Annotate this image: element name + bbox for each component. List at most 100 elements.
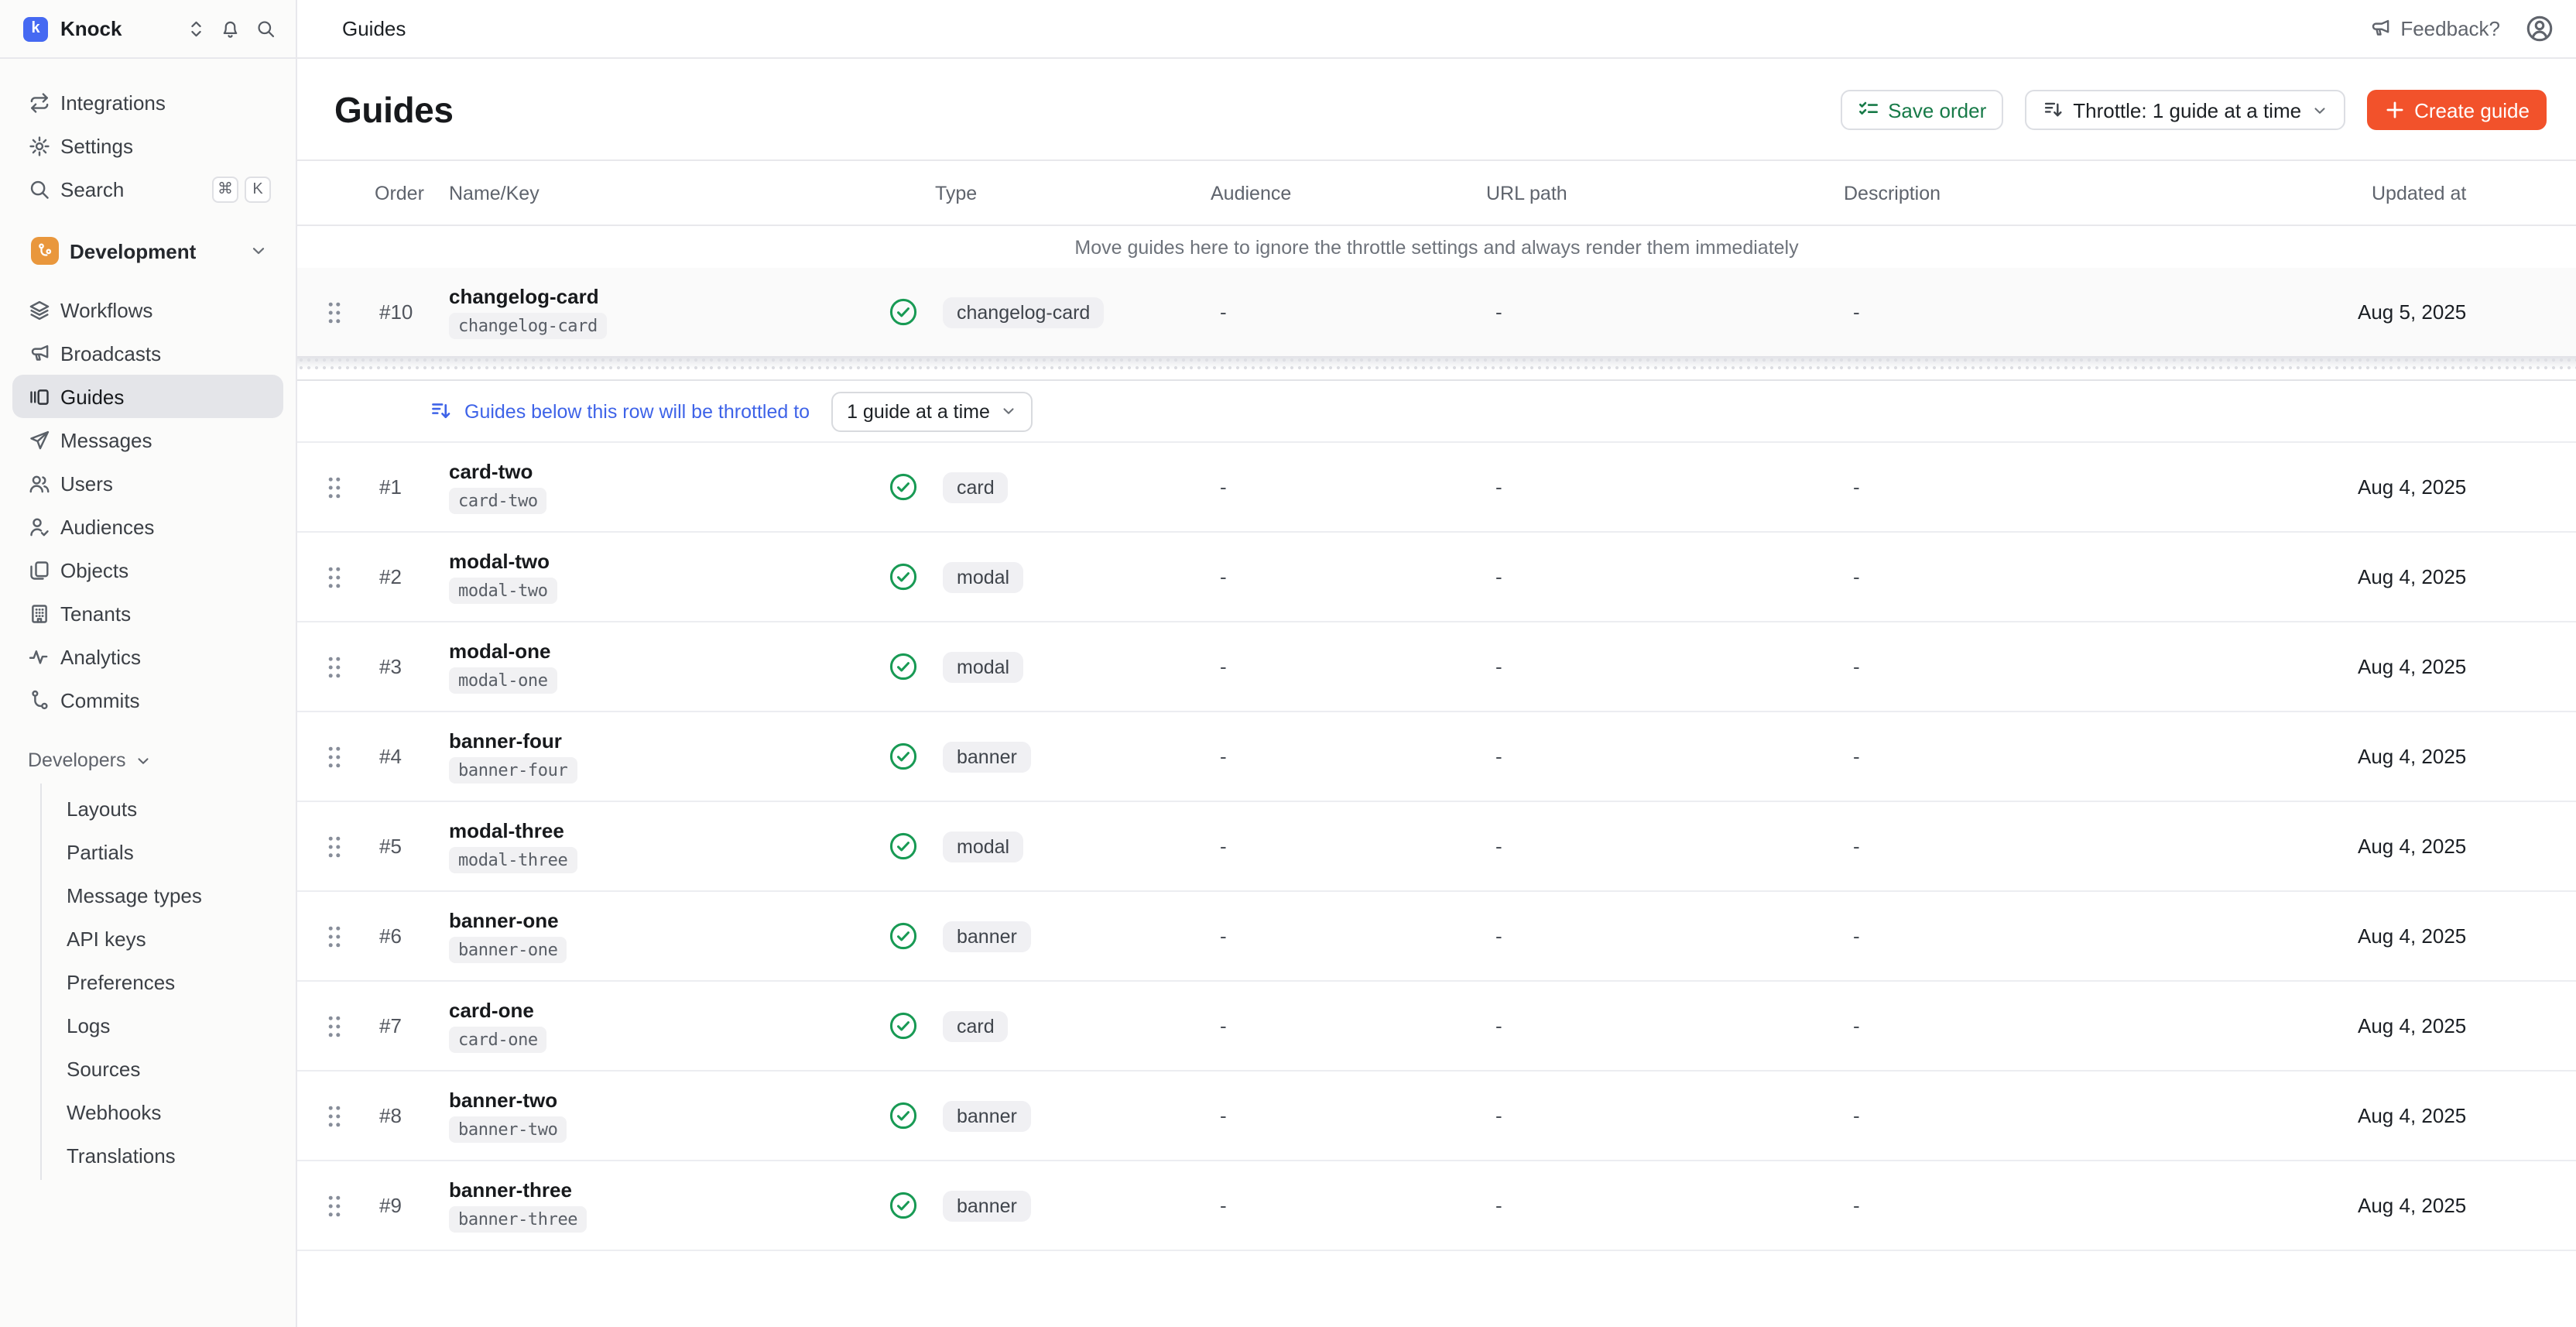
search-icon[interactable]	[255, 19, 276, 39]
guide-name-link[interactable]: banner-two	[449, 1089, 557, 1112]
sidebar-item-integrations[interactable]: Integrations	[12, 81, 283, 124]
sidebar-item-guides[interactable]: Guides	[12, 375, 283, 418]
column-header-name-key: Name/Key	[449, 182, 879, 204]
sidebar-item-settings[interactable]: Settings	[12, 124, 283, 167]
row-order: #2	[372, 565, 449, 588]
person-check-icon	[28, 515, 51, 538]
table-row[interactable]: #2 modal-two modal-two modal - - - Aug 4…	[297, 533, 2576, 622]
drag-handle-icon[interactable]	[297, 1193, 372, 1218]
chevron-down-icon	[135, 752, 152, 769]
sidebar-item-broadcasts[interactable]: Broadcasts	[12, 331, 283, 375]
throttle-value-select[interactable]: 1 guide at a time	[831, 391, 1033, 431]
sidebar-item-label: Search	[60, 177, 124, 201]
guide-type-badge: banner	[943, 921, 1031, 952]
drag-handle-icon[interactable]	[297, 744, 372, 769]
dropzone-hint: Move guides here to ignore the throttle …	[297, 226, 2576, 268]
audience-cell: -	[1211, 745, 1486, 768]
guide-name-link[interactable]: banner-four	[449, 729, 562, 753]
guide-name-link[interactable]: card-one	[449, 999, 534, 1022]
column-header-order: Order	[372, 182, 449, 204]
status-check-circle-icon	[889, 1191, 918, 1220]
sort-descending-icon	[2042, 99, 2064, 121]
sidebar-subitem-logs[interactable]: Logs	[42, 1003, 296, 1047]
sidebar-item-workflows[interactable]: Workflows	[12, 288, 283, 331]
sidebar-subitem-label: Message types	[67, 883, 202, 907]
table-row[interactable]: #1 card-two card-two card - - - Aug 4, 2…	[297, 443, 2576, 533]
status-check-circle-icon	[889, 562, 918, 591]
sidebar-subitem-label: API keys	[67, 927, 146, 950]
development-env-icon	[31, 237, 59, 265]
guide-name-link[interactable]: modal-one	[449, 639, 550, 663]
dropzone-separator	[297, 372, 2576, 381]
sidebar-subitem-api-keys[interactable]: API keys	[42, 917, 296, 960]
sidebar-subitem-layouts[interactable]: Layouts	[42, 787, 296, 830]
sidebar-item-label: Objects	[60, 558, 128, 581]
table-row[interactable]: #4 banner-four banner-four banner - - - …	[297, 712, 2576, 802]
updated-at-cell: Aug 4, 2025	[2358, 924, 2576, 948]
feedback-button[interactable]: Feedback?	[2368, 17, 2500, 40]
drag-handle-icon[interactable]	[297, 1013, 372, 1038]
column-header-audience: Audience	[1211, 182, 1486, 204]
table-row[interactable]: #5 modal-three modal-three modal - - - A…	[297, 802, 2576, 892]
bell-icon[interactable]	[220, 19, 241, 39]
table-row[interactable]: #10 changelog-card changelog-card change…	[297, 268, 2576, 356]
url-path-cell: -	[1486, 300, 1844, 324]
developers-section-toggle[interactable]: Developers	[12, 740, 283, 780]
table-row[interactable]: #7 card-one card-one card - - - Aug 4, 2…	[297, 982, 2576, 1072]
guide-name-link[interactable]: changelog-card	[449, 285, 599, 308]
sidebar-item-tenants[interactable]: Tenants	[12, 591, 283, 635]
knock-logo[interactable]: k	[23, 16, 48, 41]
audience-cell: -	[1211, 924, 1486, 948]
guide-name-link[interactable]: modal-three	[449, 819, 564, 842]
sidebar-subitem-translations[interactable]: Translations	[42, 1133, 296, 1177]
pulse-icon	[28, 645, 51, 668]
audience-cell: -	[1211, 300, 1486, 324]
environment-switcher[interactable]: Development	[12, 232, 283, 269]
sidebar-subitem-preferences[interactable]: Preferences	[42, 960, 296, 1003]
drag-handle-icon[interactable]	[297, 924, 372, 948]
drag-handle-icon[interactable]	[297, 654, 372, 679]
sidebar-subitem-sources[interactable]: Sources	[42, 1047, 296, 1090]
drag-handle-icon[interactable]	[297, 1103, 372, 1128]
guide-name-link[interactable]: card-two	[449, 460, 533, 483]
guide-name-link[interactable]: banner-three	[449, 1178, 572, 1202]
sidebar-item-commits[interactable]: Commits	[12, 678, 283, 722]
guide-name-link[interactable]: modal-two	[449, 550, 550, 573]
audience-cell: -	[1211, 565, 1486, 588]
sidebar-item-objects[interactable]: Objects	[12, 548, 283, 591]
guide-key-badge: modal-two	[449, 578, 557, 604]
topbar: Guides Feedback?	[297, 0, 2576, 59]
table-row[interactable]: #6 banner-one banner-one banner - - - Au…	[297, 892, 2576, 982]
sidebar-subitem-label: Layouts	[67, 797, 137, 820]
drag-handle-icon[interactable]	[297, 300, 372, 324]
drag-handle-icon[interactable]	[297, 475, 372, 499]
sidebar-subitem-partials[interactable]: Partials	[42, 830, 296, 873]
save-order-button[interactable]: Save order	[1840, 90, 2003, 130]
description-cell: -	[1844, 565, 2358, 588]
throttle-dropdown-button[interactable]: Throttle: 1 guide at a time	[2025, 90, 2345, 130]
table-row[interactable]: #8 banner-two banner-two banner - - - Au…	[297, 1072, 2576, 1161]
guide-key-badge: card-two	[449, 488, 547, 514]
drag-handle-icon[interactable]	[297, 564, 372, 589]
sidebar-item-audiences[interactable]: Audiences	[12, 505, 283, 548]
status-check-circle-icon	[889, 742, 918, 771]
sidebar-item-users[interactable]: Users	[12, 461, 283, 505]
sidebar-item-search[interactable]: Search ⌘K	[12, 167, 283, 211]
description-cell: -	[1844, 655, 2358, 678]
workspace-switcher-icon[interactable]	[185, 19, 206, 39]
table-row[interactable]: #9 banner-three banner-three banner - - …	[297, 1161, 2576, 1251]
table-row[interactable]: #3 modal-one modal-one modal - - - Aug 4…	[297, 622, 2576, 712]
sidebar-item-analytics[interactable]: Analytics	[12, 635, 283, 678]
account-menu-icon[interactable]	[2525, 14, 2554, 43]
guide-name-link[interactable]: banner-one	[449, 909, 559, 932]
updated-at-cell: Aug 4, 2025	[2358, 475, 2576, 499]
create-guide-button[interactable]: Create guide	[2366, 90, 2547, 130]
sidebar-subitem-webhooks[interactable]: Webhooks	[42, 1090, 296, 1133]
sidebar-subitem-message-types[interactable]: Message types	[42, 873, 296, 917]
sidebar-item-messages[interactable]: Messages	[12, 418, 283, 461]
page-title: Guides	[334, 85, 454, 135]
sidebar-subitem-label: Logs	[67, 1013, 110, 1037]
drag-handle-icon[interactable]	[297, 834, 372, 859]
updated-at-cell: Aug 5, 2025	[2358, 300, 2576, 324]
sidebar-item-label: Audiences	[60, 515, 154, 538]
